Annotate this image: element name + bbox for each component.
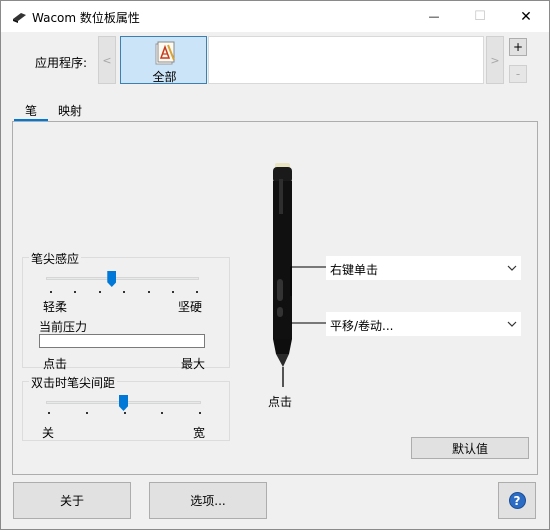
tick-mark <box>199 412 201 414</box>
tick-mark <box>124 412 126 414</box>
tip-feel-slider-track <box>46 277 199 280</box>
pressure-max-label: 最大 <box>181 357 206 371</box>
chevron-right-icon: > <box>490 53 500 67</box>
tick-mark <box>123 291 125 293</box>
tick-mark <box>99 291 101 293</box>
tick-mark <box>196 291 198 293</box>
add-application-button[interactable]: + <box>509 38 527 56</box>
window-title: Wacom 数位板属性 <box>32 11 140 25</box>
chevron-down-icon <box>507 265 517 271</box>
about-button-label: 关于 <box>59 494 84 508</box>
lower-button-dropdown[interactable]: 平移/卷动... <box>326 312 521 336</box>
plus-icon: + <box>512 40 524 54</box>
chevron-down-icon <box>507 321 517 327</box>
help-icon: ? <box>508 492 526 509</box>
minimize-button[interactable]: — <box>411 1 457 32</box>
lower-button-value: 平移/卷动... <box>330 319 394 333</box>
title-bar: Wacom 数位板属性 — ☐ ✕ <box>1 1 549 32</box>
current-pressure-bar <box>39 334 205 348</box>
app-item-all[interactable]: 全部 <box>120 36 207 84</box>
tick-mark <box>161 412 163 414</box>
wacom-properties-window: Wacom 数位板属性 — ☐ ✕ 应用程序: < 全部 > + - 笔 映射 … <box>0 0 550 530</box>
chevron-left-icon: < <box>102 53 112 67</box>
options-button-label: 选项... <box>190 494 226 508</box>
close-button[interactable]: ✕ <box>503 1 549 32</box>
tip-feel-title: 笔尖感应 <box>29 250 82 267</box>
tick-mark <box>172 291 174 293</box>
tick-mark <box>74 291 76 293</box>
tab-mapping[interactable]: 映射 <box>58 102 82 120</box>
maximize-icon: ☐ <box>474 9 486 24</box>
help-button[interactable]: ? <box>498 482 536 519</box>
tick-mark <box>50 291 52 293</box>
double-click-off-label: 关 <box>42 426 55 440</box>
pen-tip-label: 点击 <box>268 395 293 409</box>
double-click-wide-label: 宽 <box>193 426 206 440</box>
app-scroll-left-button[interactable]: < <box>98 36 116 84</box>
close-icon: ✕ <box>520 8 532 25</box>
about-button[interactable]: 关于 <box>13 482 131 519</box>
tick-mark <box>148 291 150 293</box>
current-pressure-label: 当前压力 <box>39 320 88 334</box>
app-scroll-right-button[interactable]: > <box>486 36 504 84</box>
tab-pen[interactable]: 笔 <box>25 102 37 120</box>
remove-application-button[interactable]: - <box>509 65 527 83</box>
all-apps-icon <box>155 41 175 65</box>
pressure-click-label: 点击 <box>43 357 68 371</box>
options-button[interactable]: 选项... <box>149 482 267 519</box>
default-button[interactable]: 默认值 <box>411 437 529 459</box>
help-glyph: ? <box>513 493 521 508</box>
upper-button-dropdown[interactable]: 右键单击 <box>326 256 521 280</box>
minimize-icon: — <box>428 10 440 23</box>
minus-icon: - <box>515 67 521 81</box>
tick-mark <box>48 412 50 414</box>
app-item-label: 全部 <box>152 70 177 84</box>
default-button-label: 默认值 <box>451 441 488 456</box>
application-list <box>208 36 484 84</box>
pen-button-leaders <box>290 266 326 324</box>
tablet-app-icon <box>13 13 26 23</box>
double-click-distance-title: 双击时笔尖间距 <box>29 374 118 391</box>
tick-mark <box>86 412 88 414</box>
upper-button-value: 右键单击 <box>330 263 379 277</box>
tip-feel-firm-label: 坚硬 <box>178 300 203 314</box>
tip-feel-soft-label: 轻柔 <box>43 300 68 314</box>
applications-label: 应用程序: <box>35 56 88 70</box>
maximize-button: ☐ <box>457 1 503 32</box>
